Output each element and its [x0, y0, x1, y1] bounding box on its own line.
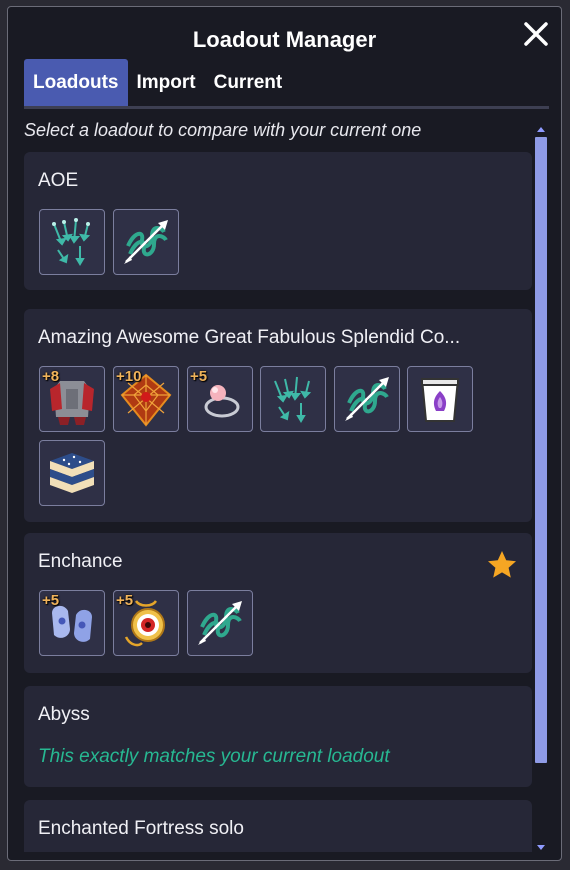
scroll-up-arrow-icon[interactable] [537, 127, 545, 132]
loadout-name: Abyss [38, 704, 90, 725]
tab-divider [24, 106, 549, 109]
loadout-name: Amazing Awesome Great Fabulous Splendid … [38, 327, 461, 348]
arrow-volley-icon [274, 376, 312, 423]
helix-arrow-icon [345, 377, 389, 421]
item-level-badge: +5 [42, 592, 60, 609]
tab-loadouts[interactable]: Loadouts [24, 59, 128, 107]
window-title: Loadout Manager [192, 27, 377, 52]
loadout-item[interactable]: +5 [39, 590, 105, 656]
loadout-card-enchance[interactable]: Enchance +5 +5 [24, 533, 532, 673]
item-level-badge: +8 [42, 368, 60, 385]
scroll-down-arrow-icon[interactable] [537, 845, 545, 850]
loadout-item[interactable] [334, 366, 400, 432]
loadout-item[interactable] [260, 366, 326, 432]
tab-bar: Loadouts Import Current [24, 59, 291, 107]
favorite-star-icon[interactable] [486, 549, 518, 581]
loadout-item[interactable] [187, 590, 253, 656]
loadout-item[interactable]: +5 [113, 590, 179, 656]
layered-cake-icon [50, 453, 94, 493]
loadout-card-amazing[interactable]: Amazing Awesome Great Fabulous Splendid … [24, 309, 532, 522]
loadout-item[interactable] [39, 209, 105, 275]
loadout-item[interactable]: +10 [113, 366, 179, 432]
loadout-item[interactable]: +5 [187, 366, 253, 432]
tab-current[interactable]: Current [205, 59, 292, 107]
scrollbar[interactable] [535, 125, 547, 852]
helix-arrow-icon [198, 601, 242, 645]
potion-cup-icon [420, 378, 460, 422]
instruction-text: Select a loadout to compare with your cu… [24, 120, 422, 140]
scrollbar-thumb[interactable] [535, 137, 547, 763]
loadout-list: AOE Amazing Awesome Great Fabulous Splen… [24, 152, 532, 852]
tab-import[interactable]: Import [128, 59, 205, 107]
item-level-badge: +5 [116, 592, 134, 609]
item-level-badge: +5 [190, 368, 208, 385]
close-icon[interactable] [523, 21, 549, 47]
loadout-item[interactable] [39, 440, 105, 506]
arrow-volley-icon [52, 218, 91, 266]
loadout-item[interactable]: +8 [39, 366, 105, 432]
loadout-card-abyss[interactable]: Abyss This exactly matches your current … [24, 686, 532, 787]
helix-arrow-icon [124, 220, 168, 264]
loadout-name: AOE [38, 170, 79, 191]
loadout-item[interactable] [407, 366, 473, 432]
match-status-text: This exactly matches your current loadou… [38, 746, 390, 767]
loadout-card-aoe[interactable]: AOE [24, 152, 532, 290]
item-level-badge: +10 [116, 368, 142, 385]
loadout-card-enchanted-fortress[interactable]: Enchanted Fortress solo [24, 800, 532, 852]
loadout-item[interactable] [113, 209, 179, 275]
loadout-name: Enchanted Fortress solo [38, 818, 244, 839]
loadout-name: Enchance [38, 551, 123, 572]
loadout-manager-window: Loadout Manager Loadouts Import Current … [7, 6, 562, 861]
